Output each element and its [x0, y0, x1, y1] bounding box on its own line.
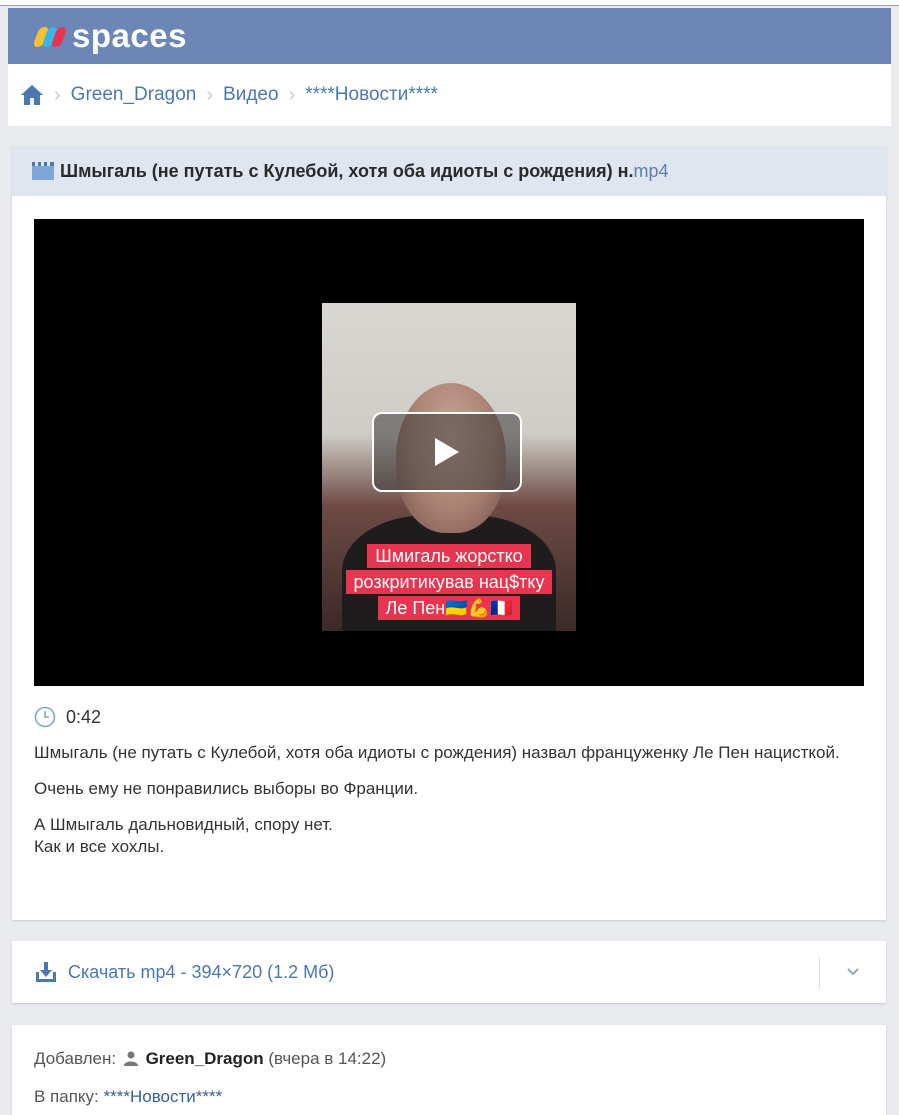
site-logo[interactable]: spaces [32, 17, 187, 55]
video-extension: mp4 [633, 160, 669, 181]
user-icon [123, 1051, 138, 1066]
breadcrumb-video[interactable]: Видео [223, 84, 279, 106]
description-line: Как и все хохлы. [34, 837, 165, 856]
breadcrumb: › Green_Dragon › Видео › ****Новости**** [8, 64, 891, 126]
video-player[interactable]: Шмигаль жорстко розкритикував нац$тку Ле… [34, 219, 864, 686]
duration-value: 0:42 [66, 707, 102, 727]
description-line: Шмыгаль (не путать с Кулебой, хотя оба и… [34, 743, 840, 762]
folder-label: В папку: [34, 1087, 99, 1106]
site-header: spaces [8, 8, 891, 64]
video-title: Шмыгаль (не путать с Кулебой, хотя оба и… [60, 160, 634, 181]
play-icon [435, 438, 459, 466]
added-user[interactable]: Green_Dragon [146, 1049, 264, 1068]
video-title-bar: Шмыгаль (не путать с Кулебой, хотя оба и… [12, 146, 886, 196]
description-line: А Шмыгаль дальновидный, спору нет. [34, 815, 333, 834]
video-card: Шмыгаль (не путать с Кулебой, хотя оба и… [12, 146, 886, 920]
thumbnail-caption: Шмигаль жорстко розкритикував нац$тку Ле… [322, 543, 576, 621]
description-line: Очень ему не понравились выборы во Франц… [34, 779, 419, 798]
divider [819, 957, 820, 989]
chevron-down-icon[interactable] [844, 963, 862, 981]
duration: 0:42 [34, 706, 864, 728]
download-card: Скачать mp4 - 394×720 (1.2 Мб) [12, 941, 886, 1003]
play-button[interactable] [372, 412, 522, 492]
added-row: Добавлен: Green_Dragon (вчера в 14:22) [34, 1049, 386, 1069]
home-icon[interactable] [20, 83, 44, 107]
chevron-right-icon: › [288, 83, 296, 106]
info-card: Добавлен: Green_Dragon (вчера в 14:22) В… [12, 1025, 886, 1115]
added-time: (вчера в 14:22) [268, 1049, 387, 1068]
chevron-right-icon: › [206, 83, 214, 106]
folder-row: В папку: ****Новости**** [34, 1087, 222, 1107]
video-meta: 0:42 Шмыгаль (не путать с Кулебой, хотя … [34, 706, 864, 872]
download-link[interactable]: Скачать mp4 - 394×720 (1.2 Мб) [68, 962, 334, 983]
clock-icon [34, 706, 56, 728]
chevron-right-icon: › [54, 83, 61, 106]
film-icon [32, 162, 54, 180]
breadcrumb-user[interactable]: Green_Dragon [71, 84, 197, 106]
breadcrumb-folder[interactable]: ****Новости**** [305, 84, 438, 106]
top-border [0, 0, 899, 6]
download-icon[interactable] [34, 960, 58, 984]
logo-mark-icon [32, 23, 68, 49]
logo-text: spaces [72, 17, 187, 54]
added-label: Добавлен: [34, 1049, 117, 1068]
folder-link[interactable]: ****Новости**** [104, 1087, 223, 1106]
